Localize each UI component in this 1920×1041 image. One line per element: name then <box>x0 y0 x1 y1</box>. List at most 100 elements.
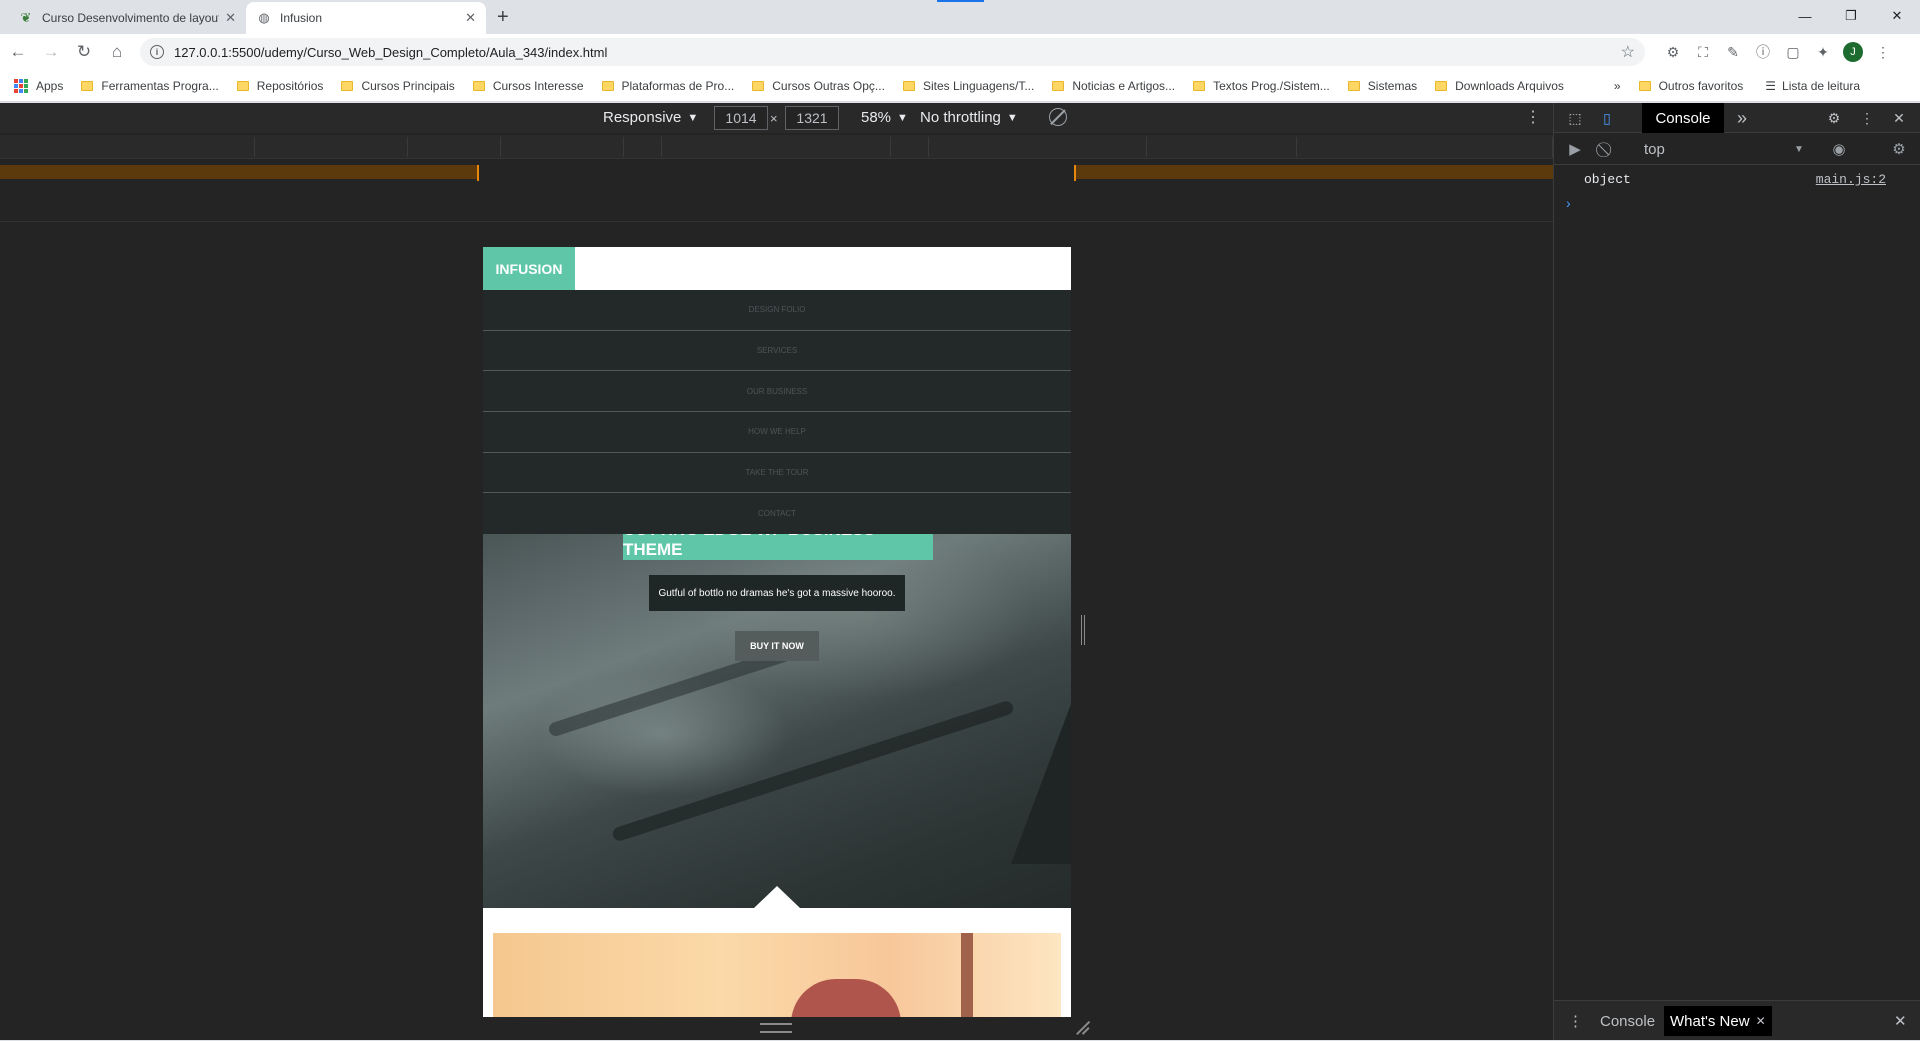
extension-icon[interactable]: ⓘ <box>1748 40 1778 64</box>
menu-item-our-business[interactable]: OUR BUSINESS <box>483 371 1071 412</box>
device-select[interactable]: Responsive ▼ <box>603 109 698 126</box>
console-message-text: object <box>1584 172 1631 187</box>
device-toolbar-menu-icon[interactable]: ⋮ <box>1525 107 1541 127</box>
height-input[interactable] <box>785 106 839 130</box>
drawer-tab-console[interactable]: Console <box>1600 1001 1655 1041</box>
close-tab-icon[interactable]: ✕ <box>1756 1014 1766 1028</box>
folder-icon <box>236 80 249 91</box>
drawer-menu-icon[interactable]: ⋮ <box>1568 1001 1583 1041</box>
ruler-left-range <box>0 165 478 179</box>
context-selector[interactable]: top <box>1644 133 1744 165</box>
ruler-marker <box>477 165 479 181</box>
zoom-select[interactable]: 58% ▼ <box>861 109 908 126</box>
extension-icon[interactable]: ⚙ <box>1658 40 1688 64</box>
bookmark-folder[interactable]: Sistemas <box>1347 79 1417 93</box>
udemy-favicon-icon: ❦ <box>20 10 32 25</box>
site-logo[interactable]: INFUSION <box>483 247 575 290</box>
height-resize-handle[interactable] <box>760 1023 792 1033</box>
bookmark-label: Plataformas de Pro... <box>621 78 735 93</box>
menu-item-services[interactable]: SERVICES <box>483 331 1071 372</box>
folder-icon <box>341 80 354 91</box>
tab-strip-accent <box>937 0 984 2</box>
back-arrow-icon[interactable]: ← <box>3 38 33 66</box>
close-tab-icon[interactable]: ✕ <box>465 10 476 26</box>
dropdown-arrow-icon[interactable]: ▼ <box>1794 133 1804 165</box>
bookmark-apps[interactable]: Apps <box>14 78 63 93</box>
throttling-select[interactable]: No throttling ▼ <box>920 109 1018 126</box>
menu-item-how-we-help[interactable]: HOW WE HELP <box>483 412 1071 453</box>
puzzle-icon[interactable]: ✦ <box>1808 40 1838 64</box>
menu-item-contact[interactable]: CONTACT <box>483 493 1071 534</box>
profile-avatar[interactable]: J <box>1843 42 1863 62</box>
menu-item-take-the-tour[interactable]: TAKE THE TOUR <box>483 453 1071 494</box>
hero-image-detail <box>611 699 1015 843</box>
home-icon[interactable]: ⌂ <box>102 38 132 66</box>
browser-tab-course[interactable]: ❦ Curso Desenvolvimento de layout ✕ <box>8 2 246 34</box>
tab-console[interactable]: Console <box>1642 103 1724 133</box>
close-devtools-icon[interactable]: ✕ <box>1884 103 1914 133</box>
forward-arrow-icon[interactable]: → <box>36 38 66 66</box>
width-input[interactable] <box>714 106 768 130</box>
devtools-panel: ⬚ ▯ Console » ⚙ ⋮ ✕ ▶ ⃠ top ▼ ◉ ⚙ object… <box>1553 103 1920 1040</box>
site-info-icon[interactable]: i <box>150 45 164 59</box>
clear-console-icon[interactable]: ⃠ <box>1592 133 1622 165</box>
bookmark-folder[interactable]: Cursos Interesse <box>472 79 584 93</box>
close-window-icon[interactable]: ✕ <box>1874 2 1920 30</box>
more-tabs-button[interactable]: » <box>1730 103 1754 133</box>
browser-toolbar: ← → ↻ ⌂ i 127.0.0.1:5500/udemy/Curso_Web… <box>0 34 1920 70</box>
hero-title: CUTTING EDGE WP BUSINESS THEME <box>623 534 933 560</box>
bookmark-folder[interactable]: Plataformas de Pro... <box>601 78 735 93</box>
bookmark-folder[interactable]: Cursos Principais <box>341 79 455 93</box>
new-tab-button[interactable]: + <box>497 6 509 29</box>
bookmarks-bar: Apps Ferramentas Progra... Repositórios … <box>0 70 1920 102</box>
restore-icon[interactable]: ❐ <box>1828 2 1874 30</box>
buy-now-button[interactable]: BUY IT NOW <box>735 631 819 661</box>
folder-icon <box>81 80 94 91</box>
address-bar[interactable]: i 127.0.0.1:5500/udemy/Curso_Web_Design_… <box>140 38 1645 66</box>
bookmark-folder[interactable]: Noticias e Artigos... <box>1052 79 1175 93</box>
console-settings-gear-icon[interactable]: ⚙ <box>1884 133 1914 165</box>
console-message-source-link[interactable]: main.js:2 <box>1816 172 1886 187</box>
hero-subtitle: Gutful of bottlo no dramas he's got a ma… <box>649 575 905 611</box>
bookmark-folder[interactable]: Cursos Outras Opç... <box>752 79 885 93</box>
devtools-menu-icon[interactable]: ⋮ <box>1854 103 1880 133</box>
console-message: object main.js:2 <box>1554 171 1920 191</box>
url-text: 127.0.0.1:5500/udemy/Curso_Web_Design_Co… <box>174 44 608 60</box>
site-header: INFUSION <box>483 247 1071 290</box>
bookmark-folder[interactable]: Textos Prog./Sistem... <box>1193 79 1330 93</box>
inspect-element-icon[interactable]: ⬚ <box>1560 103 1590 133</box>
browser-tab-infusion[interactable]: ◍ Infusion ✕ <box>246 2 486 34</box>
media-query-bar[interactable] <box>0 135 1553 159</box>
settings-gear-icon[interactable]: ⚙ <box>1820 103 1848 133</box>
menu-kebab-icon[interactable]: ⋮ <box>1868 40 1898 64</box>
zoom-label: 58% <box>861 109 892 126</box>
bookmark-star-icon[interactable]: ☆ <box>1621 42 1635 62</box>
reload-icon[interactable]: ↻ <box>69 38 99 66</box>
corner-resize-grip[interactable] <box>1075 1019 1091 1035</box>
live-expression-eye-icon[interactable]: ◉ <box>1824 133 1854 165</box>
ruler-right-range <box>1075 165 1553 179</box>
bookmark-folder[interactable]: Repositórios <box>236 79 323 93</box>
bookmark-folder[interactable]: Ferramentas Progra... <box>81 79 219 93</box>
extension-icon[interactable]: ✎ <box>1718 40 1748 64</box>
width-resize-handle[interactable] <box>1081 615 1085 645</box>
drawer-tab-whats-new[interactable]: What's New ✕ <box>1664 1006 1772 1036</box>
bookmark-folder[interactable]: Sites Linguagens/T... <box>902 79 1034 93</box>
bookmark-folder[interactable]: Downloads Arquivos <box>1435 79 1564 93</box>
rotate-disabled-icon[interactable] <box>1049 108 1067 126</box>
minimize-icon[interactable]: — <box>1782 2 1828 30</box>
show-sidebar-icon[interactable]: ▶ <box>1560 133 1590 165</box>
menu-item-design-folio[interactable]: DESIGN FOLIO <box>483 290 1071 331</box>
extensions-area: ⚙ ⛶ ✎ ⓘ ▢ ✦ J ⋮ <box>1658 40 1898 64</box>
bookmarks-overflow-button[interactable]: » <box>1614 79 1621 93</box>
emulated-viewport[interactable]: INFUSION DESIGN FOLIO SERVICES OUR BUSIN… <box>483 247 1071 1017</box>
bookmark-other-favorites[interactable]: Outros favoritos <box>1638 79 1743 93</box>
extension-icon[interactable]: ▢ <box>1778 40 1808 64</box>
reading-list-button[interactable]: ☰ Lista de leitura <box>1765 79 1860 93</box>
close-tab-icon[interactable]: ✕ <box>225 10 236 26</box>
console-prompt[interactable]: › <box>1566 195 1571 211</box>
screenshot-extension-icon[interactable]: ⛶ <box>1688 40 1718 64</box>
folder-icon <box>1052 80 1065 91</box>
close-drawer-icon[interactable]: ✕ <box>1894 1001 1907 1041</box>
device-toggle-icon[interactable]: ▯ <box>1592 103 1622 133</box>
